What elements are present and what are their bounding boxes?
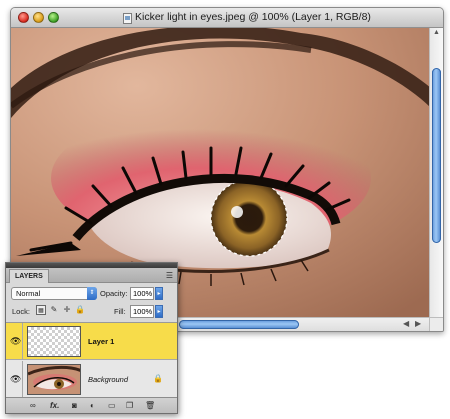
adjustment-icon[interactable]: ◐ — [90, 401, 95, 410]
layer-thumbnail — [27, 364, 81, 395]
eye-icon: 👁 — [10, 336, 22, 346]
mask-icon[interactable]: ◙ — [72, 401, 77, 410]
layer-lock-icon: 🔒 — [153, 374, 163, 383]
fill-label: Fill: — [114, 307, 126, 316]
title-bar[interactable]: Kicker light in eyes.jpeg @ 100% (Layer … — [11, 8, 443, 28]
opacity-label: Opacity: — [100, 289, 128, 298]
panel-menu-icon[interactable]: ☰ — [166, 271, 173, 280]
opacity-dropdown-icon[interactable]: ▸ — [155, 287, 163, 300]
group-icon[interactable]: ▭ — [108, 401, 116, 410]
minimize-window-button[interactable] — [33, 12, 44, 23]
window-title: Kicker light in eyes.jpeg @ 100% (Layer … — [135, 11, 371, 23]
trash-icon[interactable]: 🗑 — [145, 401, 155, 410]
layer-row-layer-1[interactable]: 👁 Layer 1 — [6, 323, 177, 360]
scroll-right-icon[interactable]: ▶ — [415, 319, 421, 328]
layer-row-background[interactable]: 👁 Background 🔒 — [6, 361, 177, 398]
visibility-toggle[interactable]: 👁 — [6, 323, 23, 360]
eye-icon: 👁 — [10, 374, 22, 384]
fill-field[interactable]: 100% — [130, 305, 154, 318]
link-layers-icon[interactable]: ∞ — [30, 401, 36, 410]
fill-dropdown-icon[interactable]: ▸ — [155, 305, 163, 318]
background-thumbnail-image — [28, 365, 80, 394]
layer-list: 👁 Layer 1 👁 Background 🔒 — [6, 322, 177, 399]
document-icon — [123, 13, 132, 24]
lock-transparency-icon[interactable]: ▦ — [36, 305, 46, 315]
layer-thumbnail — [27, 326, 81, 357]
lock-label: Lock: — [12, 307, 30, 316]
lock-brush-icon[interactable]: ✎ — [49, 305, 59, 315]
vertical-scrollbar[interactable]: ▲ — [429, 28, 443, 318]
blend-mode-value: Normal — [16, 289, 41, 298]
zoom-window-button[interactable] — [48, 12, 59, 23]
scroll-left-icon[interactable]: ◀ — [403, 319, 409, 328]
scroll-up-icon[interactable]: ▲ — [433, 29, 440, 36]
new-layer-icon[interactable]: ❐ — [126, 401, 133, 410]
chevron-updown-icon: ⇕ — [87, 287, 97, 300]
tab-layers[interactable]: LAYERS — [9, 269, 49, 283]
vertical-scroll-thumb[interactable] — [432, 68, 441, 243]
opacity-field[interactable]: 100% — [130, 287, 154, 300]
layer-name[interactable]: Layer 1 — [88, 337, 114, 346]
blend-mode-select[interactable]: Normal ⇕ — [11, 287, 97, 300]
lock-all-icon[interactable]: 🔒 — [75, 305, 85, 315]
panel-footer: ∞ fx. ◙ ◐ ▭ ❐ 🗑 — [6, 397, 177, 413]
lock-move-icon[interactable]: ✛ — [62, 305, 72, 315]
layer-name[interactable]: Background — [88, 375, 128, 384]
layers-panel: LAYERS ☰ Normal ⇕ Opacity: 100% ▸ Lock: … — [5, 262, 178, 414]
resize-grip[interactable] — [429, 317, 443, 331]
fx-icon[interactable]: fx. — [50, 401, 59, 410]
panel-tab-row: LAYERS ☰ — [6, 268, 177, 283]
close-window-button[interactable] — [18, 12, 29, 23]
visibility-toggle[interactable]: 👁 — [6, 361, 23, 398]
horizontal-scroll-thumb[interactable] — [179, 320, 299, 329]
